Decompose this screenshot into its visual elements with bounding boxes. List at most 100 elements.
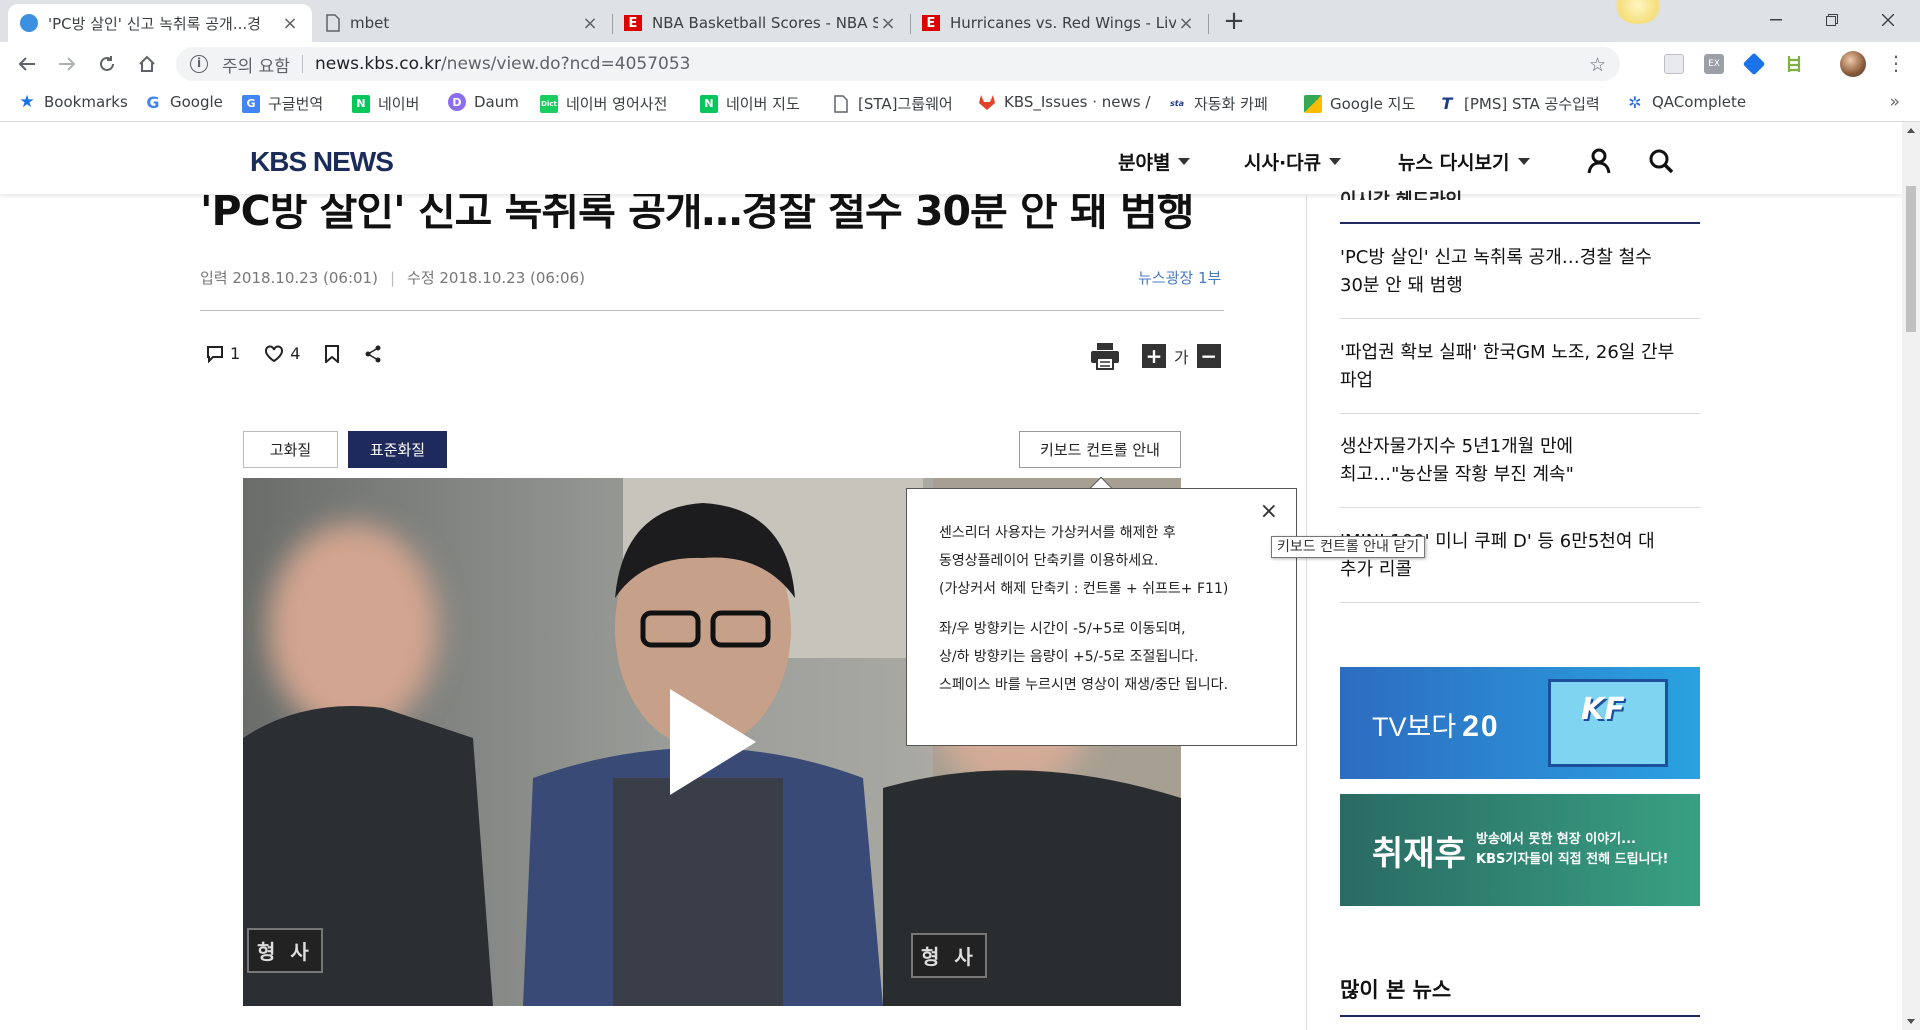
menu-current-affairs[interactable]: 시사·다큐 — [1244, 148, 1342, 175]
headline-line: 'PC방 살인' 신고 녹취록 공개…경찰 철수 — [1340, 247, 1652, 268]
menu-news-replay[interactable]: 뉴스 다시보기 — [1398, 148, 1530, 175]
bookmark-groupware[interactable]: [STA]그룹웨어 — [832, 93, 953, 114]
menu-label: 시사·다큐 — [1244, 152, 1322, 174]
bookmark-naver[interactable]: N 네이버 — [352, 93, 419, 114]
bookmark-daum[interactable]: D Daum — [448, 93, 519, 111]
banner-line: 방송에서 못한 현장 이야기... — [1476, 832, 1636, 847]
close-icon[interactable]: × — [1260, 501, 1278, 523]
bookmark-google[interactable]: G Google — [144, 93, 222, 112]
divider — [1340, 602, 1700, 603]
extension-ex-icon[interactable]: EX — [1704, 54, 1724, 74]
article-meta: 입력 2018.10.23 (06:01) | 수정 2018.10.23 (0… — [200, 267, 585, 288]
headline-item[interactable]: 'PC방 살인' 신고 녹취록 공개…경찰 철수 30분 안 돼 범행 — [1340, 244, 1700, 300]
kbs-news-logo[interactable]: KBS NEWS — [250, 146, 394, 178]
profile-avatar[interactable] — [1840, 51, 1866, 77]
sq-quality-button[interactable]: 표준화질 — [348, 431, 447, 468]
bookmark-label: Bookmarks — [44, 93, 128, 111]
input-date: 입력 2018.10.23 (06:01) — [200, 269, 378, 287]
like-button[interactable]: 4 — [264, 344, 300, 363]
site-header: KBS NEWS 분야별 시사·다큐 뉴스 다시보기 — [0, 122, 1902, 194]
tab-nba-scores[interactable]: E NBA Basketball Scores - NBA Sc × — [612, 4, 910, 42]
minimize-icon[interactable] — [1752, 0, 1800, 40]
scroll-thumb[interactable] — [1906, 186, 1916, 332]
banner-line: KBS기자들이 직접 전해 드립니다! — [1476, 852, 1669, 867]
print-icon[interactable] — [1090, 342, 1120, 370]
tab-close-icon[interactable]: × — [280, 13, 300, 34]
restore-icon[interactable] — [1808, 0, 1856, 40]
tv-20-banner[interactable]: TV보다 20 KF — [1340, 667, 1700, 779]
extension-screen-icon[interactable] — [1664, 54, 1684, 74]
font-size-control: + 가 − — [1142, 344, 1221, 368]
headline-line: 최고…"농산물 작황 부진 계속" — [1340, 464, 1574, 485]
bookmark-kbs-issues[interactable]: KBS_Issues · news / — [978, 93, 1150, 111]
behind-story-banner[interactable]: 취재후 방송에서 못한 현장 이야기... KBS기자들이 직접 전해 드립니다… — [1340, 794, 1700, 906]
browser-toolbar: i 주의 요함 news.kbs.co.kr/news/view.do?ncd=… — [0, 42, 1920, 86]
share-button[interactable] — [364, 345, 382, 363]
scroll-up-icon[interactable] — [1907, 128, 1915, 133]
page-scrollbar[interactable] — [1902, 122, 1920, 1030]
bookmark-naver-map[interactable]: N 네이버 지도 — [700, 93, 800, 114]
security-status[interactable]: 주의 요함 — [222, 52, 290, 77]
bookmark-naver-dict[interactable]: Dict 네이버 영어사전 — [540, 93, 667, 114]
popup-text-line: 동영상플레이어 단축키를 이용하세요. — [939, 553, 1159, 569]
kf-illustration: KF — [1548, 679, 1668, 767]
bookmark-star-icon[interactable]: ☆ — [1589, 54, 1606, 76]
page-viewport: 'PC방 살인' 신고 녹취록 공개…경찰 철수 30분 안 돼 범행 KBS … — [0, 122, 1902, 1030]
meta-separator: | — [389, 268, 396, 287]
pms-icon: T — [1441, 94, 1453, 113]
bookmark-pms[interactable]: T [PMS] STA 공수입력 — [1438, 93, 1600, 114]
comment-icon — [207, 345, 223, 363]
caret-down-icon — [1178, 158, 1191, 165]
home-icon[interactable] — [132, 49, 162, 79]
menu-category[interactable]: 분야별 — [1118, 148, 1191, 175]
bookmark-label: 구글번역 — [268, 95, 324, 113]
comment-button[interactable]: 1 — [206, 344, 240, 363]
bookmark-google-maps[interactable]: Google 지도 — [1304, 93, 1415, 114]
keyboard-guide-popup: × 센스리더 사용자는 가상커서를 해제한 후 동영상플레이어 단축키를 이용하… — [906, 488, 1297, 746]
caret-down-icon — [1329, 158, 1342, 165]
bookmark-translate[interactable]: G 구글번역 — [242, 93, 323, 114]
play-icon[interactable] — [668, 687, 758, 797]
user-icon[interactable] — [1586, 148, 1612, 174]
tab-kbs-article[interactable]: 'PC방 살인' 신고 녹취록 공개...경 × — [8, 4, 312, 42]
bookmark-button[interactable] — [324, 344, 340, 363]
tab-close-icon[interactable]: × — [878, 13, 898, 34]
tab-title: 'PC방 살인' 신고 녹취록 공개...경 — [48, 14, 261, 33]
font-decrease-button[interactable]: − — [1196, 344, 1221, 368]
bookmarks-bar: ★ Bookmarks G Google G 구글번역 N 네이버 D Daum Dict… — [0, 86, 1920, 122]
menu-kebab-icon[interactable]: ⋮ — [1886, 53, 1906, 74]
tab-close-icon[interactable]: × — [580, 13, 600, 34]
new-tab-button[interactable]: + — [1219, 7, 1249, 37]
extension-ladder-icon[interactable] — [1784, 54, 1804, 74]
forward-icon[interactable] — [52, 49, 82, 79]
caret-down-icon — [1517, 158, 1530, 165]
banner-text: TV보다 20 — [1372, 705, 1500, 744]
font-increase-button[interactable]: + — [1142, 344, 1166, 368]
program-link[interactable]: 뉴스광장 1부 — [1138, 267, 1221, 288]
column-divider — [1306, 194, 1307, 1030]
bookmark-bookmarks[interactable]: ★ Bookmarks — [18, 92, 128, 112]
headline-item[interactable]: 생산자물가지수 5년1개월 만에 최고…"농산물 작황 부진 계속" — [1340, 433, 1700, 489]
tab-mbet[interactable]: mbet × — [314, 4, 612, 42]
espn-icon: E — [922, 15, 940, 31]
window-close-icon[interactable] — [1864, 0, 1912, 40]
headline-item[interactable]: '파업권 확보 실패' 한국GM 노조, 26일 간부 파업 — [1340, 339, 1700, 395]
tab-hurricanes-red-wings[interactable]: E Hurricanes vs. Red Wings - Live × — [910, 4, 1208, 42]
headline-line: 30분 안 돼 범행 — [1340, 275, 1463, 296]
search-icon[interactable] — [1648, 148, 1674, 174]
bookmark-label: 네이버 지도 — [726, 95, 800, 113]
reload-icon[interactable] — [92, 49, 122, 79]
hq-quality-button[interactable]: 고화질 — [243, 431, 338, 468]
bookmark-qacomplete[interactable]: ✲ QAComplete — [1626, 93, 1746, 112]
bookmarks-overflow-button[interactable]: » — [1890, 92, 1900, 112]
scroll-down-icon[interactable] — [1907, 1019, 1915, 1024]
keyboard-guide-button[interactable]: 키보드 컨트롤 안내 — [1019, 431, 1181, 468]
back-icon[interactable] — [12, 49, 42, 79]
bookmark-automation-cafe[interactable]: sta 자동화 카페 — [1168, 93, 1268, 114]
extension-diamond-icon[interactable] — [1742, 52, 1766, 76]
sidebar-section-title: 이시각 헤드라인 — [1340, 186, 1462, 200]
tab-close-icon[interactable]: × — [1176, 13, 1196, 34]
address-bar[interactable]: i 주의 요함 news.kbs.co.kr/news/view.do?ncd=… — [176, 47, 1620, 81]
info-icon[interactable]: i — [190, 55, 208, 73]
banner-title: 취재후 — [1372, 834, 1466, 874]
